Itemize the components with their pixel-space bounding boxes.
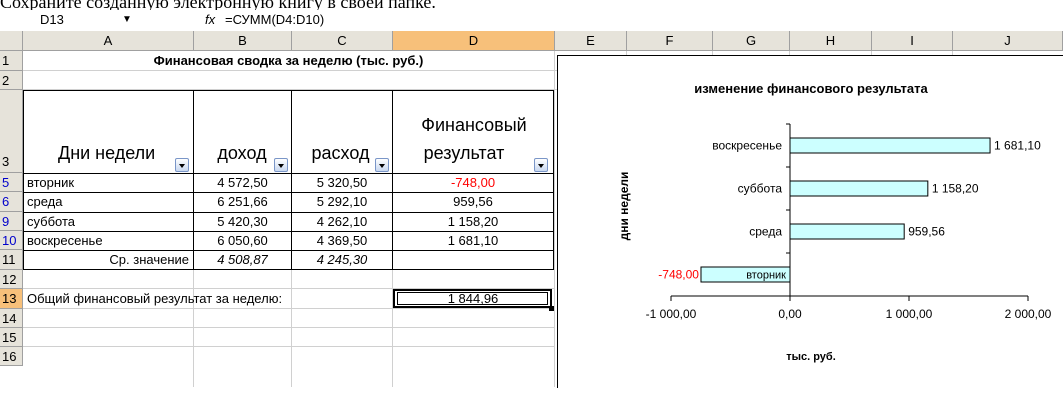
column-header-e[interactable]: E	[555, 31, 627, 51]
column-header-d[interactable]: D	[393, 31, 555, 51]
name-box-value: D13	[40, 12, 64, 27]
filter-dropdown-expense[interactable]	[375, 158, 389, 172]
table-row-expense: 4 369,50	[316, 233, 368, 248]
x-tick-label: -1 000,00	[646, 307, 697, 321]
instruction-caption: Сохраните созданную электронную книгу в …	[0, 0, 436, 10]
row-header-12[interactable]: 12	[0, 270, 23, 289]
data-label: 1 158,20	[932, 182, 979, 196]
y-axis-label: дни недели	[617, 172, 631, 241]
column-header-h[interactable]: H	[790, 31, 872, 51]
table-row-income: 6 050,60	[217, 233, 268, 248]
column-header-c[interactable]: C	[292, 31, 393, 51]
row-header-10[interactable]: 10	[0, 231, 23, 250]
table-row-result: 959,56	[453, 194, 493, 209]
row-header-6[interactable]: 6	[0, 192, 23, 212]
row-header-16[interactable]: 16	[0, 347, 23, 366]
column-header-i[interactable]: I	[872, 31, 953, 51]
table-row-day: среда	[27, 194, 63, 209]
chart-title: изменение финансового результата	[694, 81, 928, 96]
table-row-expense: 4 262,10	[316, 214, 368, 229]
formula-input[interactable]: =СУММ(D4:D10)	[225, 10, 525, 30]
category-label: среда	[749, 225, 782, 239]
table-row-result: 1 158,20	[447, 214, 499, 229]
x-tick-label: 2 000,00	[1005, 307, 1052, 321]
table-row-income: 6 251,66	[217, 194, 268, 209]
row-header-2[interactable]: 2	[0, 71, 23, 90]
column-header-g[interactable]: G	[713, 31, 790, 51]
bar	[789, 223, 905, 240]
category-label: воскресенье	[712, 139, 782, 153]
average-expense: 4 245,30	[316, 252, 368, 267]
table-row-expense: 5 292,10	[316, 194, 368, 209]
table-row-day: вторник	[27, 175, 75, 190]
header-days: Дни недели	[58, 143, 156, 163]
name-box[interactable]: D13 ▼	[40, 10, 132, 30]
data-label: -748,00	[658, 268, 699, 282]
sheet-title: Финансовая сводка за неделю (тыс. руб.)	[153, 53, 424, 68]
x-axis-label: тыс. руб.	[786, 351, 836, 363]
header-result-line1: Финансовый	[421, 115, 527, 135]
row-header-3[interactable]: 3	[0, 90, 23, 173]
x-tick-label: 0,00	[778, 307, 802, 321]
average-label: Ср. значение	[109, 252, 189, 267]
column-header-b[interactable]: B	[194, 31, 292, 51]
data-label: 959,56	[908, 225, 945, 239]
total-value: 1 844,96	[447, 291, 499, 306]
table-row-income: 4 572,50	[217, 175, 268, 190]
row-header-1[interactable]: 1	[0, 51, 23, 71]
average-income: 4 508,87	[217, 252, 268, 267]
data-label: 1 681,10	[994, 139, 1041, 153]
row-header-13[interactable]: 13	[0, 289, 23, 309]
header-result-line2: результат	[423, 143, 505, 163]
filter-dropdown-result[interactable]	[534, 158, 548, 172]
table-row-day: суббота	[27, 214, 76, 229]
table-row-result: 1 681,10	[447, 233, 499, 248]
fill-handle[interactable]	[549, 306, 554, 311]
table-row-day: воскресенье	[27, 233, 103, 248]
x-tick-label: 1 000,00	[886, 307, 933, 321]
table-row-expense: 5 320,50	[316, 175, 368, 190]
bar-chart: изменение финансового результата дни неде…	[617, 81, 1052, 363]
row-header-5[interactable]: 5	[0, 173, 23, 192]
category-label: вторник	[746, 270, 786, 282]
column-header-a[interactable]: A	[23, 31, 194, 51]
filter-dropdown-days[interactable]	[175, 158, 189, 172]
chevron-down-icon[interactable]: ▼	[122, 10, 132, 30]
select-all-corner[interactable]	[0, 31, 23, 51]
row-header-11[interactable]: 11	[0, 250, 23, 270]
column-header-f[interactable]: F	[627, 31, 713, 51]
table-row-income: 5 420,30	[217, 214, 268, 229]
chart-area[interactable]: изменение финансового результата дни неде…	[557, 55, 1063, 388]
row-header-15[interactable]: 15	[0, 328, 23, 347]
bar	[789, 137, 991, 154]
column-header-j[interactable]: J	[953, 31, 1063, 51]
row-header-14[interactable]: 14	[0, 309, 23, 328]
total-label: Общий финансовый результат за неделю:	[27, 291, 283, 306]
category-label: суббота	[738, 182, 783, 196]
row-header-9[interactable]: 9	[0, 212, 23, 231]
table-row-result: -748,00	[450, 175, 496, 190]
bar	[789, 180, 929, 197]
filter-dropdown-income[interactable]	[274, 158, 288, 172]
formula-bar	[0, 10, 1063, 31]
